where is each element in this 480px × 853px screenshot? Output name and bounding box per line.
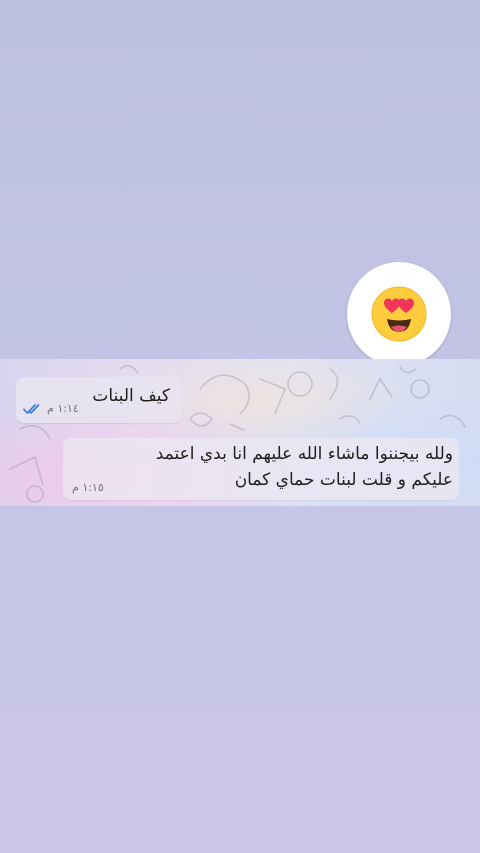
- incoming-message-bubble[interactable]: ولله بيجننوا ماشاء الله عليهم انا بدي اع…: [63, 438, 459, 500]
- outgoing-message-time: ١:١٤ م: [47, 402, 79, 415]
- outgoing-message-meta: ١:١٤ م: [23, 402, 79, 415]
- heart-eyes-emoji-icon: [371, 286, 427, 342]
- incoming-message-text: ولله بيجننوا ماشاء الله عليهم انا بدي اع…: [155, 444, 453, 490]
- outgoing-message-text: كيف البنات: [92, 386, 170, 406]
- double-check-read-icon: [23, 403, 40, 414]
- reaction-emoji-bubble[interactable]: [347, 262, 451, 366]
- outgoing-message-bubble[interactable]: كيف البنات ١:١٤ م: [16, 377, 182, 423]
- chat-screenshot-strip: كيف البنات ١:١٤ م ولله بيجننوا ماشاء الل…: [0, 359, 480, 506]
- incoming-message-time: ١:١٥ م: [72, 481, 104, 494]
